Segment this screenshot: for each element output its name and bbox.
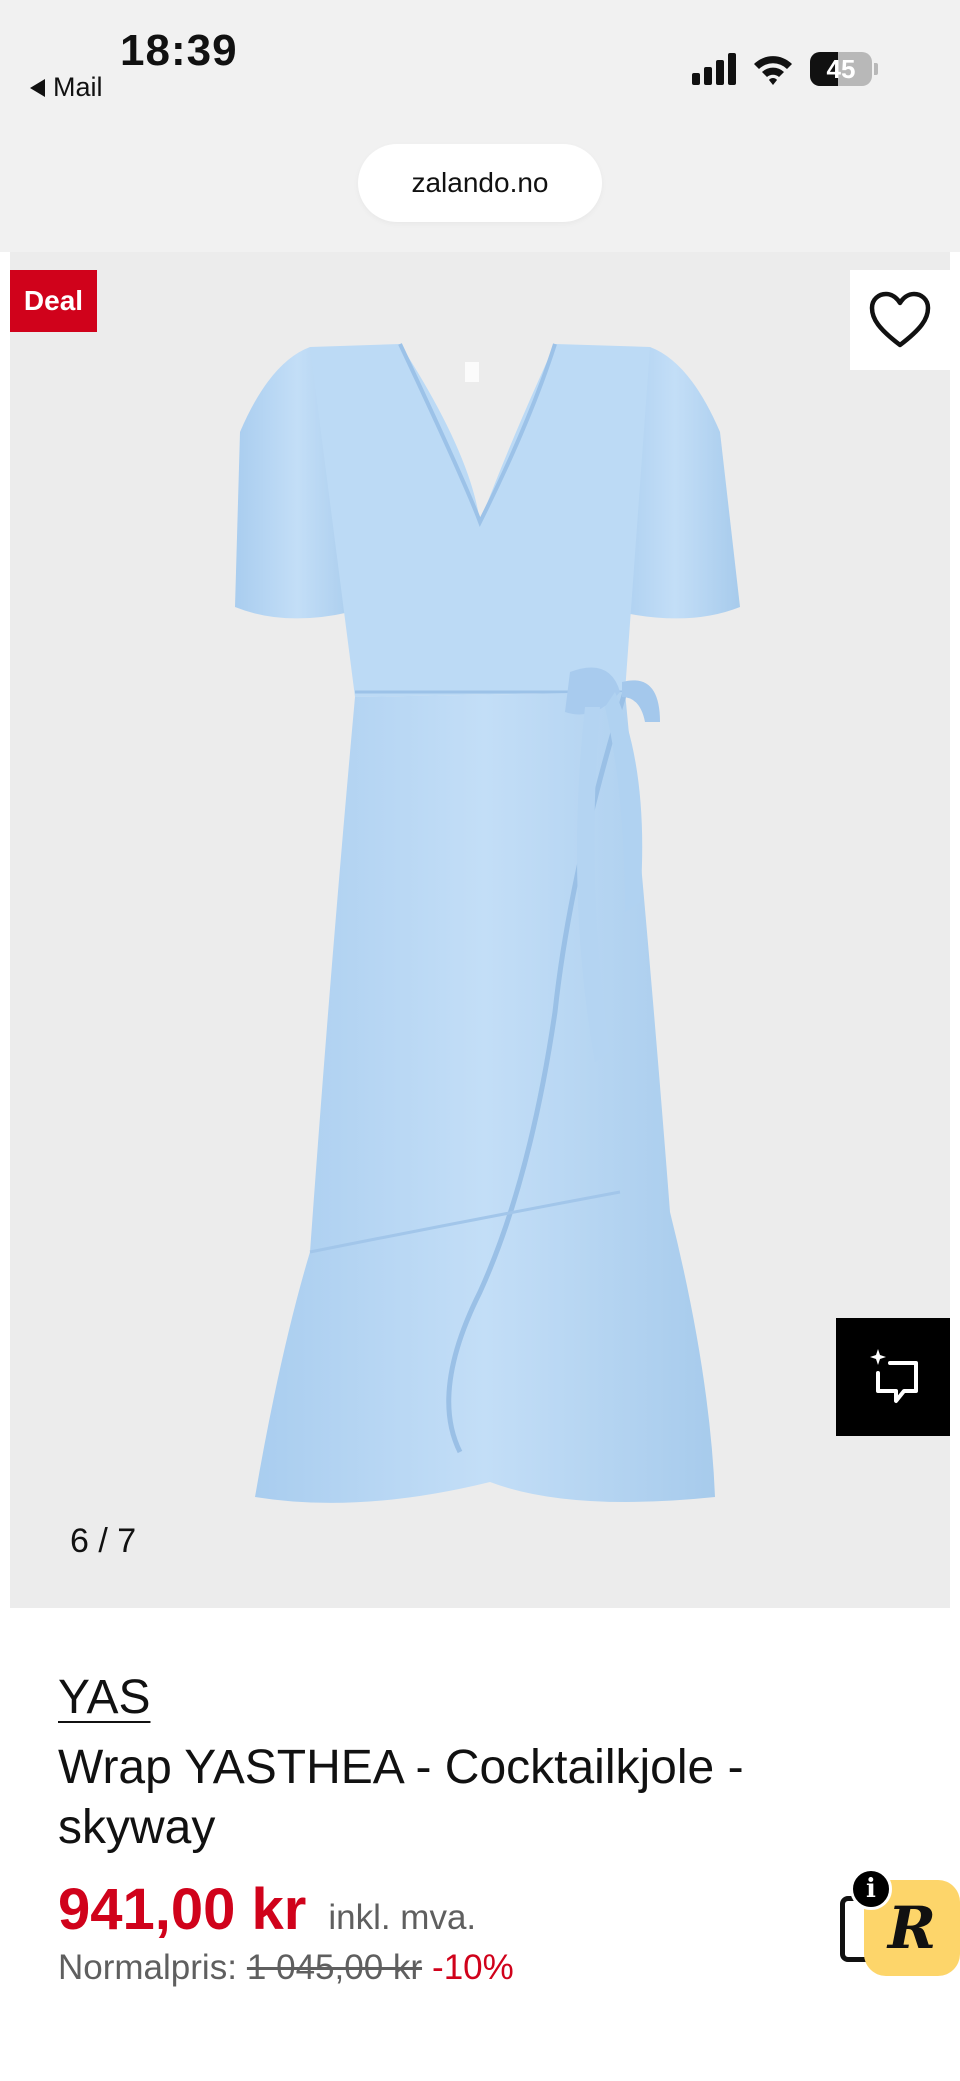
- status-time: 18:39: [120, 26, 238, 75]
- vat-note: inkl. mva.: [328, 1898, 477, 1937]
- discount-percent: -10%: [432, 1948, 514, 1987]
- cellular-signal-icon: [692, 53, 736, 85]
- product-image-gallery[interactable]: Deal 6 / 7: [10, 252, 950, 1608]
- sparkle-comment-icon: [870, 1349, 918, 1403]
- original-price: 1 045,00 kr: [246, 1948, 423, 1987]
- product-image: [235, 343, 740, 1503]
- image-counter: 6 / 7: [70, 1522, 137, 1560]
- info-glyph: i: [866, 1874, 876, 1904]
- deal-badge: Deal: [10, 270, 97, 332]
- brand-link[interactable]: YAS: [58, 1670, 150, 1725]
- current-price: 941,00 kr: [58, 1877, 307, 1942]
- price-row: 941,00 kr inkl. mva.: [58, 1876, 476, 1943]
- battery-level: 45: [826, 53, 856, 84]
- address-url: zalando.no: [411, 167, 549, 198]
- wifi-icon: [754, 56, 792, 85]
- extension-letter: R: [887, 1894, 937, 1962]
- back-app-label: Mail: [53, 72, 103, 102]
- extension-widget[interactable]: R i: [840, 1868, 960, 1988]
- battery-icon: 45: [810, 52, 878, 86]
- address-bar[interactable]: zalando.no: [358, 144, 602, 222]
- status-indicators: 45: [692, 52, 878, 86]
- info-icon[interactable]: i: [850, 1868, 892, 1910]
- back-triangle-icon: [30, 78, 45, 97]
- normal-price-label: Normalpris:: [58, 1948, 237, 1987]
- add-to-wishlist-button[interactable]: [850, 270, 950, 370]
- ai-assistant-button[interactable]: [836, 1318, 950, 1436]
- heart-outline-icon: [869, 291, 931, 348]
- browser-chrome: Mail 18:39 45 zalando.no: [0, 0, 960, 252]
- back-to-app-button[interactable]: Mail: [30, 72, 103, 103]
- normal-price-row: Normalpris: 1 045,00 kr -10%: [58, 1948, 514, 1988]
- product-title: Wrap YASTHEA - Cocktailkjole - skyway: [58, 1741, 744, 1854]
